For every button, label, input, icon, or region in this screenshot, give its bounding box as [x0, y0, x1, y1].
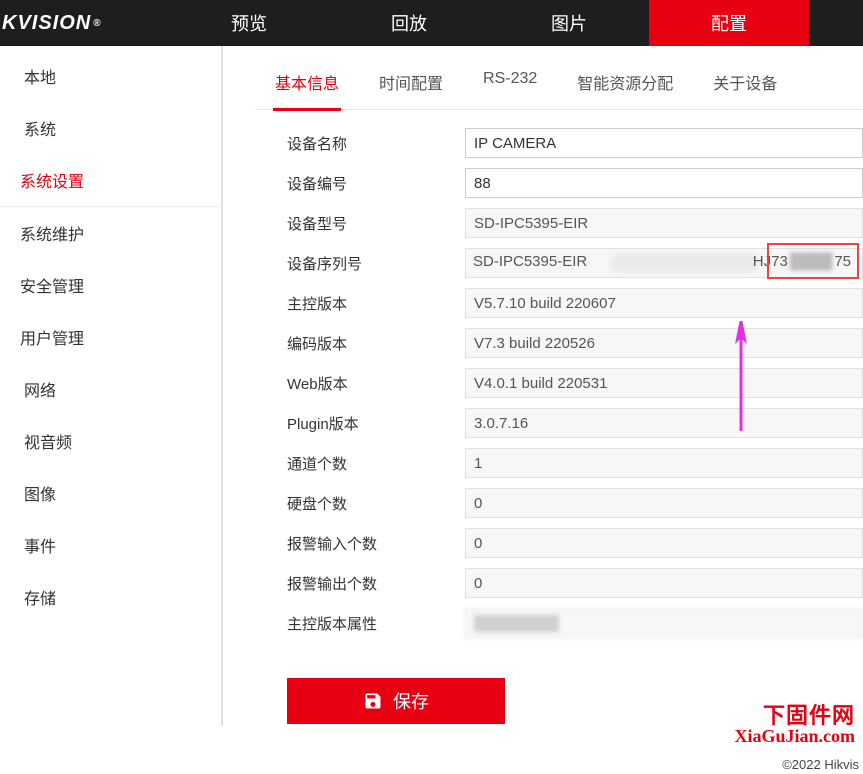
- input-wrap-plugin: [465, 408, 863, 438]
- input-alarm-in: [465, 528, 863, 558]
- row-plugin: Plugin版本: [287, 408, 863, 438]
- input-wrap-device-serial: SD-IPC5395-EIR HJ73████75: [465, 248, 863, 278]
- topnav-item-2[interactable]: 图片: [489, 0, 649, 46]
- brand-logo: KVISION®: [0, 0, 115, 46]
- serial-prefix: SD-IPC5395-EIR: [473, 253, 587, 270]
- sidebar-item-8[interactable]: 图像: [0, 467, 221, 519]
- sidebar-item-4[interactable]: 安全管理: [0, 259, 221, 311]
- copyright: ©2022 Hikvis: [782, 757, 859, 772]
- sidebar-item-9[interactable]: 事件: [0, 519, 221, 571]
- input-wrap-firmware: [465, 288, 863, 318]
- serial-suffix: HJ73████75: [753, 253, 851, 270]
- serial-blur: [610, 253, 761, 273]
- topnav-item-3[interactable]: 配置: [649, 0, 809, 46]
- input-plugin: [465, 408, 863, 438]
- label-web: Web版本: [287, 373, 465, 394]
- row-alarm-out: 报警输出个数: [287, 568, 863, 598]
- label-device-model: 设备型号: [287, 213, 465, 234]
- row-device-serial: 设备序列号 SD-IPC5395-EIR HJ73████75: [287, 248, 863, 278]
- row-encoding: 编码版本: [287, 328, 863, 358]
- topbar: KVISION® 预览回放图片配置: [0, 0, 863, 46]
- input-wrap-alarm-in: [465, 528, 863, 558]
- tab-1[interactable]: 时间配置: [377, 60, 445, 109]
- watermark-text-2: XiaGuJian.com: [734, 726, 855, 747]
- tab-2[interactable]: RS-232: [481, 60, 539, 109]
- tabs: 基本信息时间配置 RS-232 智能资源分配关于设备: [255, 60, 863, 110]
- label-device-name: 设备名称: [287, 133, 465, 154]
- input-wrap-alarm-out: [465, 568, 863, 598]
- input-hdd: [465, 488, 863, 518]
- input-device-name[interactable]: [465, 128, 863, 158]
- input-wrap-device-no: [465, 168, 863, 198]
- topnav-item-0[interactable]: 预览: [169, 0, 329, 46]
- input-web: [465, 368, 863, 398]
- tab-0[interactable]: 基本信息: [273, 60, 341, 111]
- row-hdd: 硬盘个数: [287, 488, 863, 518]
- row-channels: 通道个数: [287, 448, 863, 478]
- label-plugin: Plugin版本: [287, 413, 465, 434]
- label-alarm-out: 报警输出个数: [287, 573, 465, 594]
- input-firmware: [465, 288, 863, 318]
- row-firmware: 主控版本: [287, 288, 863, 318]
- sidebar-item-5[interactable]: 用户管理: [0, 311, 221, 363]
- sidebar-item-1[interactable]: 系统: [0, 102, 221, 154]
- sidebar-item-7[interactable]: 视音频: [0, 415, 221, 467]
- input-fw-attr: [465, 608, 863, 638]
- label-alarm-in: 报警输入个数: [287, 533, 465, 554]
- main: 本地系统系统设置系统维护安全管理用户管理网络视音频图像事件存储 基本信息时间配置…: [0, 46, 863, 726]
- sidebar-item-3[interactable]: 系统维护: [0, 207, 221, 259]
- label-encoding: 编码版本: [287, 333, 465, 354]
- topnav: 预览回放图片配置: [115, 0, 863, 46]
- save-button[interactable]: 保存: [287, 678, 505, 724]
- content: 基本信息时间配置 RS-232 智能资源分配关于设备 设备名称 设备编号 设备型号: [223, 46, 863, 726]
- sidebar-item-10[interactable]: 存储: [0, 571, 221, 623]
- row-alarm-in: 报警输入个数: [287, 528, 863, 558]
- label-firmware: 主控版本: [287, 293, 465, 314]
- input-wrap-hdd: [465, 488, 863, 518]
- input-alarm-out: [465, 568, 863, 598]
- input-channels: [465, 448, 863, 478]
- label-channels: 通道个数: [287, 453, 465, 474]
- save-button-label: 保存: [393, 688, 429, 714]
- label-hdd: 硬盘个数: [287, 493, 465, 514]
- tab-4[interactable]: 关于设备: [711, 60, 779, 109]
- row-device-model: 设备型号: [287, 208, 863, 238]
- sidebar-item-0[interactable]: 本地: [0, 50, 221, 102]
- sidebar-item-2[interactable]: 系统设置: [0, 154, 221, 207]
- row-device-name: 设备名称: [287, 128, 863, 158]
- input-encoding: [465, 328, 863, 358]
- input-wrap-device-name: [465, 128, 863, 158]
- row-web: Web版本: [287, 368, 863, 398]
- save-icon: [363, 691, 383, 711]
- input-wrap-fw-attr: [465, 608, 863, 638]
- label-fw-attr: 主控版本属性: [287, 613, 465, 634]
- label-device-serial: 设备序列号: [287, 253, 465, 274]
- row-fw-attr: 主控版本属性: [287, 608, 863, 638]
- label-device-no: 设备编号: [287, 173, 465, 194]
- form: 设备名称 设备编号 设备型号 设备序列号: [255, 128, 863, 638]
- row-device-no: 设备编号: [287, 168, 863, 198]
- input-wrap-device-model: [465, 208, 863, 238]
- sidebar: 本地系统系统设置系统维护安全管理用户管理网络视音频图像事件存储: [0, 46, 223, 726]
- input-wrap-encoding: [465, 328, 863, 358]
- tab-3[interactable]: 智能资源分配: [575, 60, 675, 109]
- sidebar-item-6[interactable]: 网络: [0, 363, 221, 415]
- topnav-item-1[interactable]: 回放: [329, 0, 489, 46]
- input-device-no[interactable]: [465, 168, 863, 198]
- input-wrap-web: [465, 368, 863, 398]
- input-wrap-channels: [465, 448, 863, 478]
- input-device-model: [465, 208, 863, 238]
